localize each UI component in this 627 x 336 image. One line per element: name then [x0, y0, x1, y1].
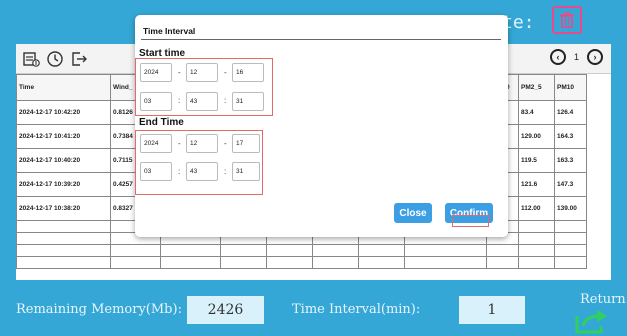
table-cell	[554, 244, 587, 257]
close-button[interactable]: Close	[394, 203, 432, 223]
table-cell: 121.6	[518, 172, 555, 197]
start-day-field[interactable]: 16	[232, 63, 264, 82]
table-cell	[312, 244, 359, 257]
table-cell	[160, 256, 221, 269]
table-cell: 112.00	[518, 196, 555, 221]
table-cell: 119.5	[518, 148, 555, 173]
table-cell	[358, 244, 405, 257]
table-cell	[554, 256, 587, 269]
table-cell	[220, 244, 267, 257]
column-header: Time	[16, 74, 111, 101]
confirm-highlight-frame	[452, 215, 489, 227]
table-cell: 2024-12-17 10:40:20	[16, 148, 111, 173]
table-cell	[110, 244, 161, 257]
export-icon[interactable]	[22, 50, 40, 68]
table-cell	[266, 244, 313, 257]
column-header: PM10	[554, 74, 587, 101]
interval-label: Time Interval(min):	[292, 302, 421, 317]
empty-table-row	[16, 244, 587, 257]
table-cell: 139.00	[554, 196, 587, 221]
table-cell: 2024-12-17 10:41:20	[16, 124, 111, 149]
table-cell: 126.4	[554, 100, 587, 125]
table-cell: 2024-12-17 10:39:20	[16, 172, 111, 197]
date-separator: -	[224, 68, 227, 77]
table-cell	[518, 244, 555, 257]
table-cell	[16, 256, 111, 269]
time-separator: :	[178, 96, 181, 105]
table-cell	[486, 256, 519, 269]
table-cell: 129.00	[518, 124, 555, 149]
table-cell	[404, 244, 487, 257]
end-year-field[interactable]: 2024	[140, 134, 172, 153]
table-cell: 163.3	[554, 148, 587, 173]
table-cell	[16, 232, 111, 245]
start-hour-field[interactable]: 03	[140, 92, 172, 111]
start-minute-field[interactable]: 43	[186, 92, 218, 111]
time-interval-dialog: Time Interval Start time 2024 - 12 - 16 …	[135, 15, 508, 237]
table-cell	[16, 220, 111, 233]
time-separator: :	[178, 167, 181, 176]
return-arrow-icon[interactable]	[575, 310, 609, 334]
table-cell: 2024-12-17 10:42:20	[16, 100, 111, 125]
prev-page-button[interactable]: ‹	[549, 49, 566, 65]
table-cell	[404, 256, 487, 269]
table-cell	[160, 244, 221, 257]
table-cell	[312, 256, 359, 269]
date-separator: -	[224, 139, 227, 148]
table-cell: 2024-12-17 10:38:20	[16, 196, 111, 221]
table-cell	[486, 244, 519, 257]
end-minute-field[interactable]: 43	[186, 162, 218, 181]
table-cell	[554, 220, 587, 233]
table-cell	[16, 244, 111, 257]
date-separator: -	[178, 139, 181, 148]
table-cell	[358, 256, 405, 269]
clock-icon[interactable]	[46, 50, 64, 68]
time-separator: :	[224, 96, 227, 105]
date-separator: -	[178, 68, 181, 77]
start-year-field[interactable]: 2024	[140, 63, 172, 82]
trash-icon	[560, 11, 574, 28]
end-second-field[interactable]: 31	[232, 162, 260, 181]
return-label: Return	[580, 292, 626, 307]
delete-button[interactable]	[552, 6, 582, 34]
page-number: 1	[573, 52, 579, 62]
table-cell: 83.4	[518, 100, 555, 125]
memory-label: Remaining Memory(Mb):	[16, 302, 182, 317]
table-cell	[110, 256, 161, 269]
dialog-title: Time Interval	[143, 26, 196, 36]
end-month-field[interactable]: 12	[186, 134, 218, 153]
end-hour-field[interactable]: 03	[140, 162, 172, 181]
table-cell	[518, 256, 555, 269]
table-cell: 147.3	[554, 172, 587, 197]
logout-icon[interactable]	[70, 50, 88, 68]
table-cell	[554, 232, 587, 245]
empty-table-row	[16, 256, 587, 269]
next-page-button[interactable]: ›	[587, 49, 603, 65]
table-cell	[220, 256, 267, 269]
end-day-field[interactable]: 17	[232, 134, 260, 153]
table-cell: 164.3	[554, 124, 587, 149]
time-separator: :	[224, 167, 227, 176]
interval-value[interactable]: 1	[459, 296, 525, 324]
table-cell	[518, 220, 555, 233]
column-header: PM2_5	[518, 74, 555, 101]
end-time-label: End Time	[139, 117, 184, 128]
footer-bar: Remaining Memory(Mb): 2426 Time Interval…	[0, 284, 627, 336]
memory-value: 2426	[187, 296, 264, 324]
dialog-divider	[141, 39, 501, 40]
start-second-field[interactable]: 31	[232, 92, 264, 111]
start-month-field[interactable]: 12	[186, 63, 218, 82]
pager: ‹ 1 ›	[549, 49, 603, 65]
table-cell	[266, 256, 313, 269]
table-cell	[518, 232, 555, 245]
